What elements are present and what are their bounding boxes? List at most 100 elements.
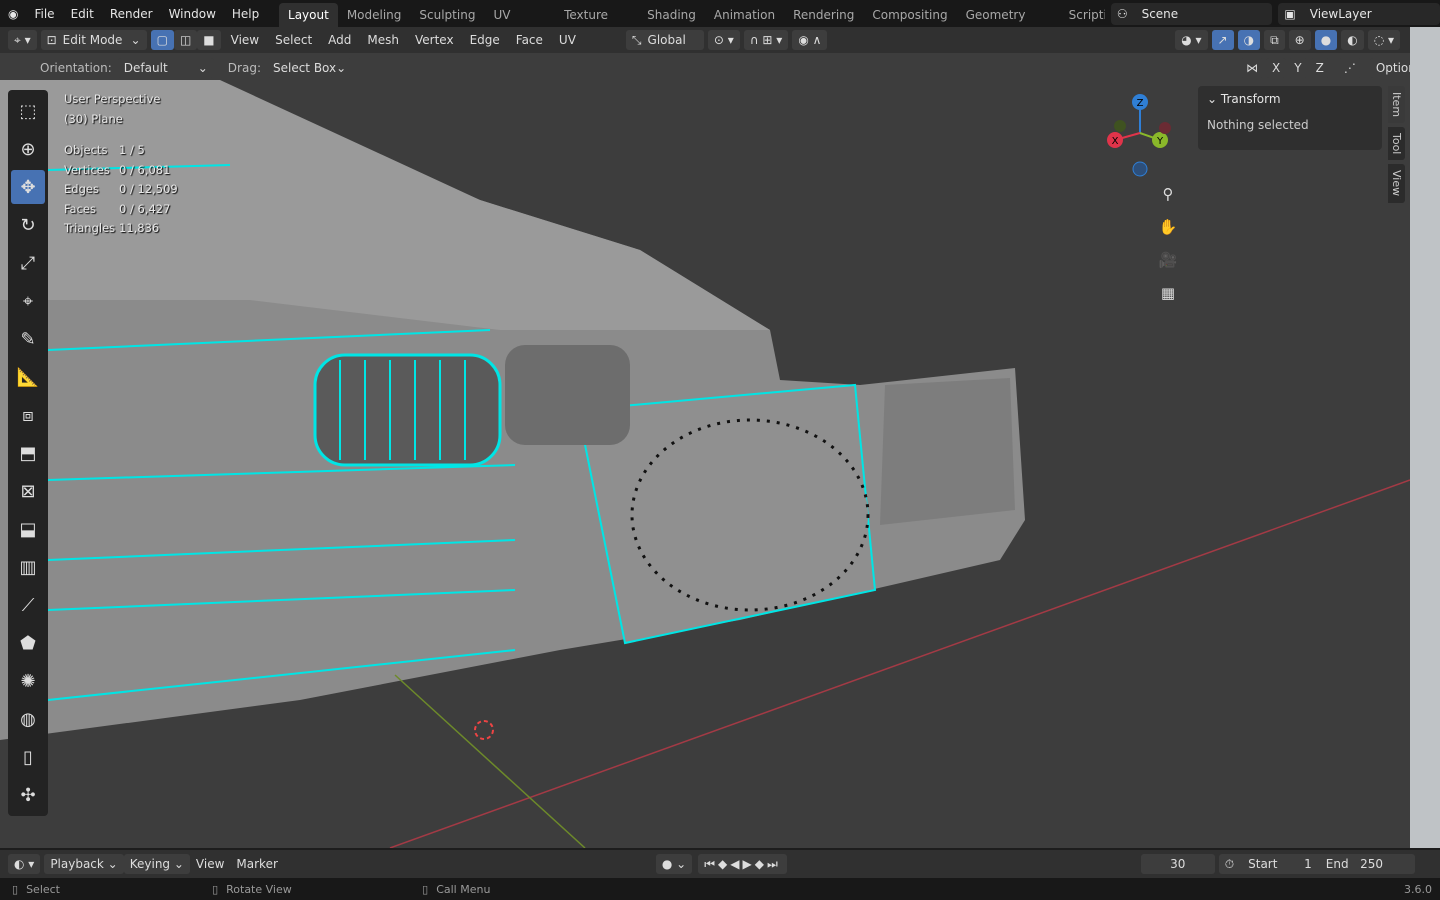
tool-options-bar: Orientation: Default ⌄ Drag: Select Box ⌄ [40, 58, 353, 78]
camera-icon[interactable]: 🎥 [1154, 246, 1182, 274]
blender-logo-icon[interactable]: ◉ [0, 2, 26, 26]
auto-key-button[interactable]: ● ⌄ [655, 854, 693, 874]
move-tool[interactable]: ✥ [11, 170, 45, 204]
view-layer-icon: ▣ [1284, 6, 1296, 21]
menu-edge[interactable]: Edge [464, 33, 506, 47]
shading-material-button[interactable]: ◐ [1341, 30, 1364, 50]
playback-controls[interactable]: ⏮◆◀▶◆⏭ [698, 854, 787, 874]
loop-cut-tool[interactable]: ▥ [11, 550, 45, 584]
tab-geometry-nodes[interactable]: Geometry Nodes [957, 3, 1060, 46]
view-layer-selector[interactable]: ▣ ViewLayer [1278, 2, 1440, 25]
annotate-tool[interactable]: ✎ [11, 322, 45, 356]
tab-view[interactable]: View [1388, 164, 1405, 203]
menu-render[interactable]: Render [102, 2, 161, 26]
tab-rendering[interactable]: Rendering [784, 3, 863, 27]
shading-solid-button[interactable]: ● [1314, 30, 1338, 50]
menu-uv[interactable]: UV [553, 33, 582, 47]
menu-mesh[interactable]: Mesh [361, 33, 405, 47]
select-box-tool[interactable]: ⬚ [11, 94, 45, 128]
smooth-tool[interactable]: ◍ [11, 702, 45, 736]
measure-tool[interactable]: 📐 [11, 360, 45, 394]
tab-tool[interactable]: Tool [1388, 127, 1405, 161]
poly-build-tool[interactable]: ⬟ [11, 626, 45, 660]
menu-face[interactable]: Face [510, 33, 549, 47]
menu-vertex[interactable]: Vertex [409, 33, 460, 47]
orientation-dropdown[interactable]: Default ⌄ [117, 58, 214, 78]
menu-edit[interactable]: Edit [63, 2, 102, 26]
spin-tool[interactable]: ✺ [11, 664, 45, 698]
current-frame-field[interactable]: 30 [1140, 854, 1215, 874]
menu-view[interactable]: View [225, 33, 265, 47]
editor-type-button[interactable]: ⌖ ▾ [8, 30, 37, 50]
edge-select-button[interactable]: ◫ [173, 30, 198, 50]
menu-select[interactable]: Select [269, 33, 318, 47]
timeline-marker-menu[interactable]: Marker [230, 857, 283, 871]
scale-tool[interactable]: ⤢ [11, 246, 45, 280]
cursor-tool[interactable]: ⊕ [11, 132, 45, 166]
scene-selector[interactable]: ⚇ Scene [1110, 2, 1273, 25]
fog-lamp [880, 378, 1015, 525]
tab-uv-editing[interactable]: UV Editing [484, 3, 555, 46]
tab-animation[interactable]: Animation [705, 3, 784, 27]
menu-add[interactable]: Add [322, 33, 357, 47]
gizmo-toggle-button[interactable]: ↗ [1211, 30, 1234, 50]
tab-layout[interactable]: Layout [279, 3, 338, 27]
timeline-view-menu[interactable]: View [190, 857, 230, 871]
overlay-toggle-button[interactable]: ◑ [1237, 30, 1261, 50]
tab-texture-paint[interactable]: Texture Paint [555, 3, 638, 46]
mirror-z-toggle[interactable]: Z [1309, 58, 1330, 78]
visibility-button[interactable]: ◕ ▾ [1175, 30, 1208, 50]
tab-item[interactable]: Item [1388, 86, 1405, 124]
mirror-x-toggle[interactable]: X [1266, 58, 1287, 78]
shrink-fatten-tool[interactable]: ✣ [11, 778, 45, 812]
zoom-icon[interactable]: ⚲ [1154, 180, 1182, 208]
mirror-y-toggle[interactable]: Y [1288, 58, 1308, 78]
face-select-button[interactable]: ■ [197, 30, 221, 50]
perspective-grid-icon[interactable]: ▦ [1154, 279, 1182, 307]
transform-panel-header[interactable]: ⌄ Transform [1198, 86, 1382, 112]
shading-wireframe-button[interactable]: ⊕ [1288, 30, 1311, 50]
edge-slide-tool[interactable]: ▯ [11, 740, 45, 774]
tab-scripting[interactable]: Scripting [1060, 3, 1105, 27]
shading-rendered-button[interactable]: ◌ ▾ [1367, 30, 1400, 50]
pan-hand-icon[interactable]: ✋ [1154, 213, 1182, 241]
menu-window[interactable]: Window [161, 2, 224, 26]
drag-label: Drag: [227, 61, 261, 75]
snap-button[interactable]: ∩ ⊞ ▾ [743, 30, 789, 50]
transform-tool[interactable]: ⌖ [11, 284, 45, 318]
proportional-edit-button[interactable]: ◉ ∧ [792, 30, 828, 50]
kidney-grille [505, 345, 630, 445]
pivot-point-button[interactable]: ⊙ ▾ [707, 30, 740, 50]
3d-viewport[interactable] [0, 53, 1410, 848]
menu-help[interactable]: Help [224, 2, 267, 26]
y-axis-line [394, 674, 586, 848]
menu-file[interactable]: File [26, 2, 62, 26]
mode-dropdown[interactable]: ⊡ Edit Mode ⌄ [40, 30, 147, 50]
rotate-tool[interactable]: ↻ [11, 208, 45, 242]
timeline-editor-type[interactable]: ◐ ▾ [8, 854, 41, 874]
end-frame-field[interactable]: End 250 [1326, 857, 1383, 871]
gizmo-z[interactable]: Z [1137, 98, 1144, 109]
gizmo-x[interactable]: X [1112, 136, 1119, 147]
tab-sculpting[interactable]: Sculpting [410, 3, 484, 27]
transform-orientation-dropdown[interactable]: ⤡ Global [625, 30, 704, 50]
drag-dropdown[interactable]: Select Box ⌄ [266, 58, 353, 78]
gizmo-y[interactable]: Y [1156, 136, 1164, 147]
navigation-gizmo[interactable]: Z X Y [1100, 88, 1180, 178]
add-cube-tool[interactable]: ⧈ [11, 398, 45, 432]
knife-tool[interactable]: ⟋ [11, 588, 45, 622]
vertex-select-button[interactable]: ▢ [150, 30, 174, 50]
xray-toggle-button[interactable]: ⧉ [1264, 30, 1285, 50]
tab-compositing[interactable]: Compositing [863, 3, 956, 27]
bevel-tool[interactable]: ⬓ [11, 512, 45, 546]
auto-merge-toggle[interactable]: ⋰ [1337, 58, 1362, 78]
extrude-tool[interactable]: ⬒ [11, 436, 45, 470]
start-frame-field[interactable]: Start 1 [1248, 857, 1312, 871]
tab-shading[interactable]: Shading [638, 3, 705, 27]
keying-menu[interactable]: Keying ⌄ [123, 854, 190, 874]
3d-cursor[interactable] [474, 720, 494, 740]
playback-menu[interactable]: Playback ⌄ [44, 854, 124, 874]
tab-modeling[interactable]: Modeling [338, 3, 411, 27]
inset-tool[interactable]: ⊠ [11, 474, 45, 508]
stopwatch-icon[interactable]: ⏱ [1225, 857, 1234, 872]
